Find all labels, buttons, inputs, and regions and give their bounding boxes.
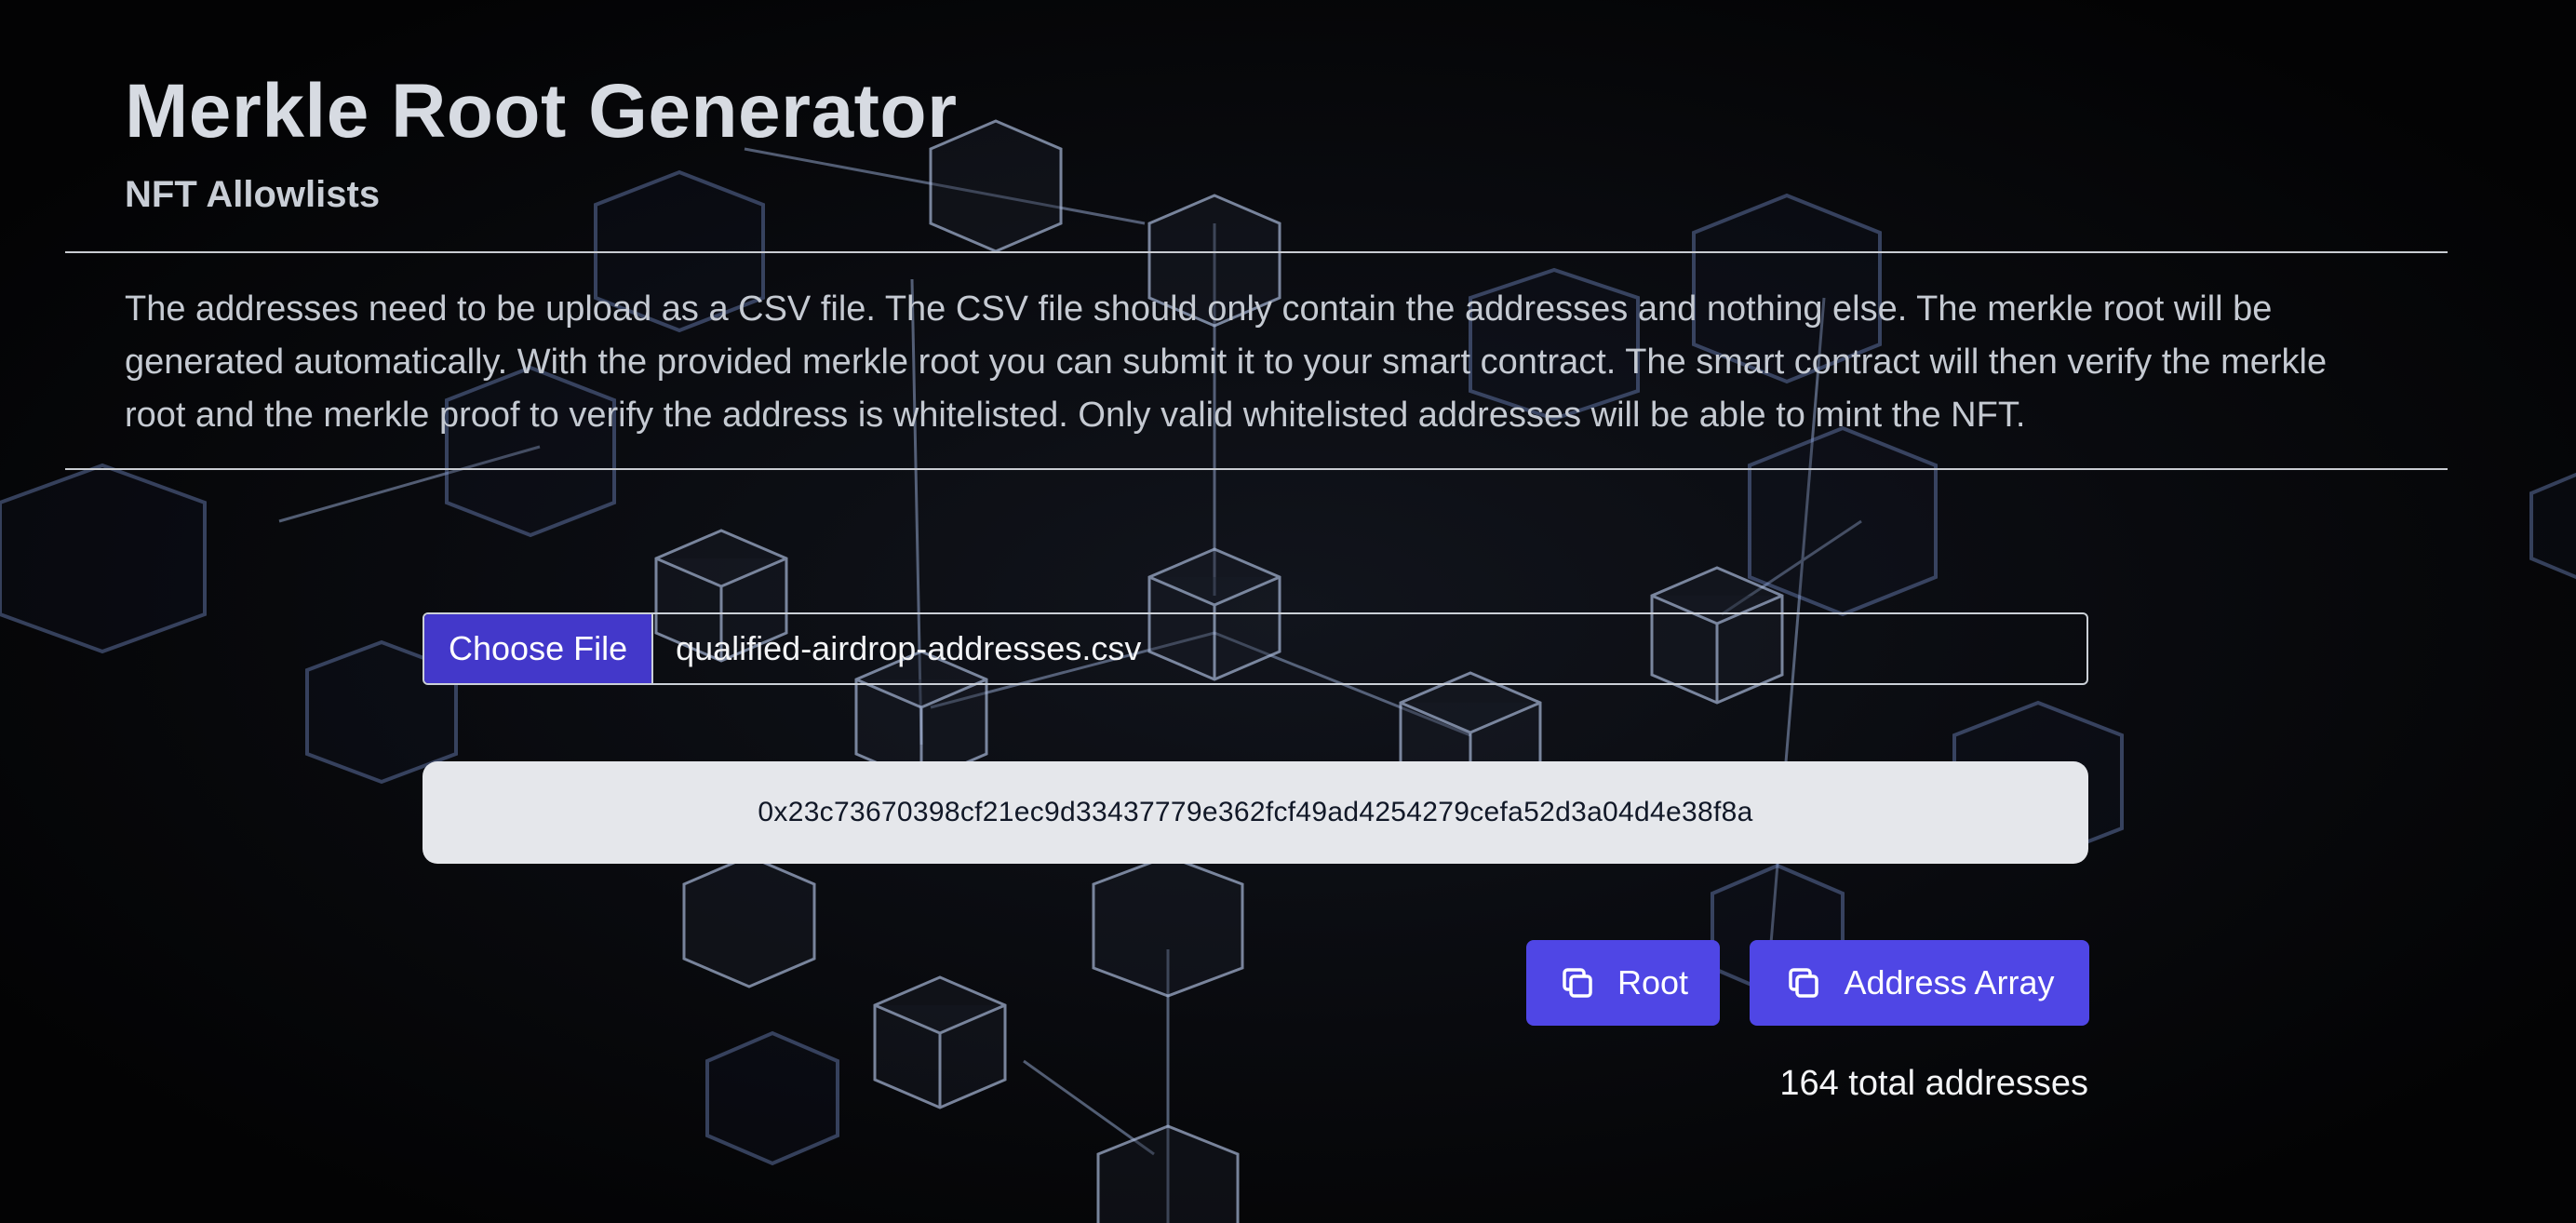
description-text: The addresses need to be upload as a CSV… [125,289,2328,435]
page-subtitle: NFT Allowlists [125,174,381,215]
copy-address-array-button[interactable]: Address Array [1750,940,2089,1026]
choose-file-button[interactable]: Choose File [424,614,654,683]
divider-bottom [65,468,2448,470]
copy-icon [1563,968,1592,998]
copy-root-button[interactable]: Root [1526,940,1720,1026]
copy-icon [1789,968,1819,998]
divider-top [65,251,2448,253]
selected-file-name: qualified-airdrop-addresses.csv [676,629,1142,667]
page: Merkle Root Generator NFT Allowlists The… [0,0,2576,1223]
merkle-root-output: 0x23c73670398cf21ec9d33437779e362fcf49ad… [423,761,2088,864]
csv-file-input[interactable]: Choose File qualified-airdrop-addresses.… [423,612,2088,685]
total-addresses-count: 164 total addresses [1779,1064,2088,1103]
page-title: Merkle Root Generator [125,69,958,154]
copy-root-label: Root [1617,963,1689,1001]
copy-address-array-label: Address Array [1844,963,2055,1001]
